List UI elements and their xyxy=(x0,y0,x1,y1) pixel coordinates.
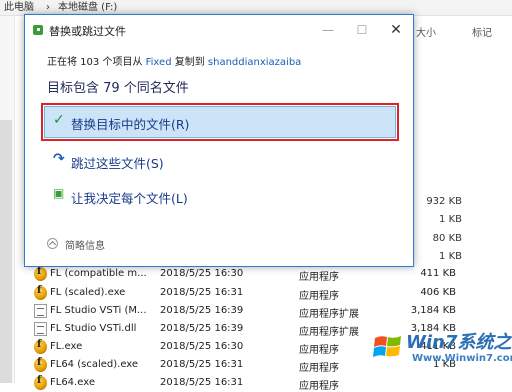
file-row[interactable]: FL (scaled).exe 2018/5/25 16:31 应用程序 406… xyxy=(14,285,512,302)
chevron-up-icon[interactable] xyxy=(47,238,58,249)
fewer-details-toggle[interactable]: 简略信息 xyxy=(65,237,105,252)
column-header-size[interactable]: 大小 xyxy=(416,24,436,39)
file-type: 应用程序扩展 xyxy=(299,327,359,338)
conflict-summary: 目标包含 79 个同名文件 xyxy=(47,81,189,96)
breadcrumb-drive-f[interactable]: 本地磁盘 (F:) xyxy=(58,0,117,15)
file-date: 2018/5/25 16:31 xyxy=(160,287,244,298)
breadcrumb-separator: › xyxy=(46,2,50,13)
maximize-button[interactable]: ☐ xyxy=(345,15,379,45)
file-name: FL64 (scaled).exe xyxy=(50,359,139,370)
file-date: 2018/5/25 16:30 xyxy=(160,341,244,352)
replace-or-skip-dialog: 替换或跳过文件 — ☐ ✕ 正在将 103 个项目从 Fixed 复制到 sha… xyxy=(24,14,414,267)
breadcrumb-this-pc[interactable]: 此电脑 xyxy=(4,0,34,15)
file-date: 2018/5/25 16:31 xyxy=(160,359,244,370)
file-size-cell: 1 KB xyxy=(439,251,462,262)
copy-status-mid: 复制到 xyxy=(171,57,208,68)
file-date: 2018/5/25 16:39 xyxy=(160,305,244,316)
file-size-cell: 80 KB xyxy=(432,233,462,244)
skip-files-option[interactable]: 跳过这些文件(S) xyxy=(71,153,164,172)
decide-files-icon: ▣ xyxy=(53,186,65,200)
checkmark-icon: ✓ xyxy=(53,112,65,128)
file-type: 应用程序 xyxy=(299,272,339,283)
minimize-button[interactable]: — xyxy=(311,15,345,45)
file-name: FL Studio VSTi (M... xyxy=(50,305,147,316)
exe-file-icon xyxy=(34,375,47,390)
file-size-cell: 932 KB xyxy=(426,196,462,207)
watermark-url: Www.Winwin7.com xyxy=(412,353,512,364)
file-name: FL.exe xyxy=(50,341,83,352)
file-date: 2018/5/25 16:39 xyxy=(160,323,244,334)
file-row[interactable]: FL (compatible m... 2018/5/25 16:30 应用程序… xyxy=(14,266,512,283)
column-header-tags[interactable]: 标记 xyxy=(472,24,492,39)
exe-file-icon xyxy=(34,339,47,354)
destination-folder-link[interactable]: shanddianxiazaiba xyxy=(208,57,301,68)
file-size: 406 KB xyxy=(420,287,456,298)
exe-file-icon xyxy=(34,285,47,300)
file-type: 应用程序 xyxy=(299,363,339,374)
copy-status-prefix: 正在将 103 个项目从 xyxy=(47,57,146,68)
dll-file-icon xyxy=(34,304,47,318)
file-size: 411 KB xyxy=(420,268,456,279)
close-button[interactable]: ✕ xyxy=(379,15,413,45)
file-size: 3,184 KB xyxy=(410,305,456,316)
file-name: FL (scaled).exe xyxy=(50,287,126,298)
windows-flag-icon xyxy=(373,336,401,357)
exe-file-icon xyxy=(34,357,47,372)
decide-each-file-option[interactable]: 让我决定每个文件(L) xyxy=(71,188,188,207)
skip-arrow-icon: ↷ xyxy=(53,151,65,167)
watermark-text: Win7系统之家 xyxy=(406,332,512,353)
source-folder-link[interactable]: Fixed xyxy=(146,57,172,68)
file-date: 2018/5/25 16:30 xyxy=(160,268,244,279)
dialog-title: 替换或跳过文件 xyxy=(49,25,126,38)
file-type: 应用程序 xyxy=(299,291,339,302)
replace-files-label[interactable]: 替换目标中的文件(R) xyxy=(71,114,189,133)
file-type: 应用程序扩展 xyxy=(299,309,359,320)
file-name: FL (compatible m... xyxy=(50,268,147,279)
file-type: 应用程序 xyxy=(299,381,339,392)
dll-file-icon xyxy=(34,322,47,336)
exe-file-icon xyxy=(34,266,47,281)
copy-dialog-icon xyxy=(33,25,43,35)
file-row[interactable]: FL Studio VSTi (M... 2018/5/25 16:39 应用程… xyxy=(14,303,512,320)
nav-pane-scrollbar[interactable] xyxy=(0,120,12,383)
file-type: 应用程序 xyxy=(299,345,339,356)
copy-status-text: 正在将 103 个项目从 Fixed 复制到 shanddianxiazaiba xyxy=(47,53,301,68)
file-name: FL Studio VSTi.dll xyxy=(50,323,137,334)
file-row[interactable]: FL64.exe 2018/5/25 16:31 应用程序 xyxy=(14,375,512,392)
file-size-cell: 1 KB xyxy=(439,214,462,225)
